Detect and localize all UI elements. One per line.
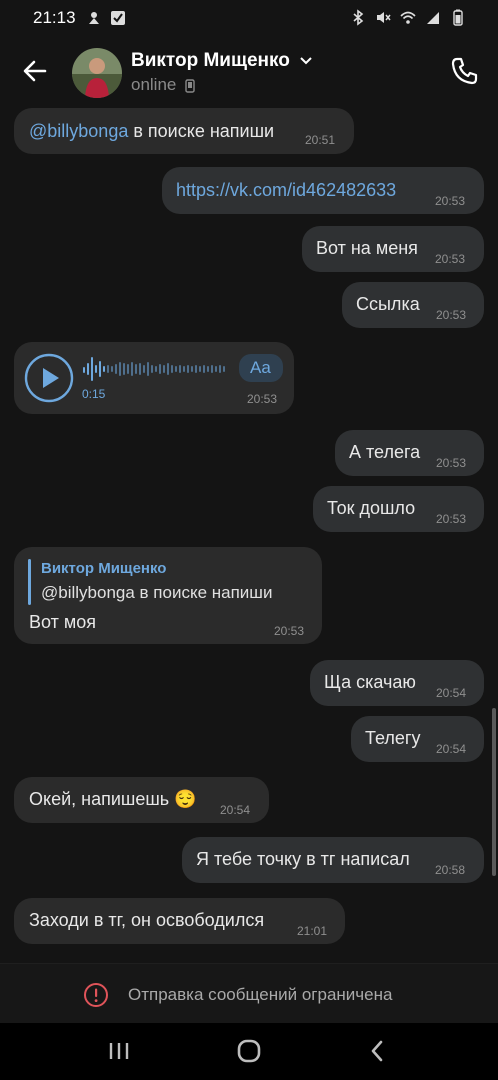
chat-header: Виктор Мищенко online <box>0 36 498 108</box>
message-time: 20:53 <box>274 624 305 638</box>
message-bubble-outgoing[interactable]: https://vk.com/id462482633 20:53 <box>162 167 484 214</box>
message-time: 20:54 <box>436 742 467 756</box>
status-bar: 21:13 <box>0 0 498 36</box>
message-bubble-outgoing[interactable]: Ссылка 20:53 <box>342 282 484 328</box>
message-time: 20:53 <box>436 456 467 470</box>
back-arrow-icon[interactable] <box>16 52 54 90</box>
contact-name[interactable]: Виктор Мищенко <box>131 50 313 72</box>
phone-call-icon[interactable] <box>446 52 484 90</box>
mute-icon <box>377 12 391 23</box>
reply-text: @billybonga в поиске напиши <box>41 583 273 602</box>
message-text: Вот на меня <box>316 238 418 258</box>
message-text: Ссылка <box>356 294 420 314</box>
message-bubble-outgoing[interactable]: Ток дошло 20:53 <box>313 486 484 532</box>
message-text: Окей, напишешь <box>29 789 170 809</box>
back-nav-icon[interactable] <box>358 1035 398 1067</box>
scrollbar[interactable] <box>492 708 496 876</box>
message-time: 20:51 <box>305 133 336 147</box>
message-bubble-incoming[interactable]: Окей, напишешь 😌 20:54 <box>14 777 269 823</box>
message-bubble-outgoing[interactable]: Вот на меня 20:53 <box>302 226 484 272</box>
mention-link[interactable]: @billybonga <box>29 121 128 141</box>
message-time: 21:01 <box>297 924 328 938</box>
transcribe-button[interactable]: Aa <box>239 354 283 382</box>
voice-waveform[interactable] <box>82 354 230 384</box>
status-time: 21:13 <box>33 8 76 27</box>
message-bubble-outgoing[interactable]: Я тебе точку в тг написал 20:58 <box>182 837 484 883</box>
signal-icon <box>427 12 439 24</box>
message-text: в поиске напиши <box>133 121 275 141</box>
message-bubble-outgoing[interactable]: Телегу 20:54 <box>351 716 484 762</box>
voice-message-bubble[interactable]: 0:15 Aa 20:53 <box>14 342 294 414</box>
warning-icon <box>84 983 108 1007</box>
message-text: Ща скачаю <box>324 672 416 692</box>
message-text: А телега <box>349 442 421 462</box>
message-text: Ток дошло <box>327 498 416 518</box>
wifi-icon <box>400 11 416 24</box>
message-bubble-incoming[interactable]: @billybonga в поиске напиши 20:51 <box>14 108 354 154</box>
message-list[interactable]: @billybonga в поиске напиши 20:51 https:… <box>0 108 498 963</box>
play-button-icon[interactable] <box>24 353 74 403</box>
recent-apps-icon[interactable] <box>99 1035 139 1067</box>
mobile-device-icon <box>185 78 195 93</box>
message-time: 20:53 <box>436 308 467 322</box>
message-bubble-outgoing[interactable]: Ща скачаю 20:54 <box>310 660 484 706</box>
message-bubble-outgoing[interactable]: А телега 20:53 <box>335 430 484 476</box>
chevron-down-icon[interactable] <box>299 56 313 66</box>
reply-quote[interactable]: Виктор Мищенко @billybonga в поиске напи… <box>28 559 308 605</box>
system-nav-bar <box>0 1023 498 1080</box>
battery-icon <box>453 9 463 26</box>
restricted-banner: Отправка сообщений ограничена <box>0 963 498 1024</box>
voice-duration: 0:15 <box>82 387 106 401</box>
message-time: 20:54 <box>220 803 251 817</box>
message-time: 20:53 <box>435 252 466 266</box>
contact-status: online <box>131 75 195 95</box>
reply-bar <box>28 559 31 605</box>
message-bubble-incoming[interactable]: Заходи в тг, он освободился 21:01 <box>14 898 345 944</box>
message-time: 20:53 <box>436 512 467 526</box>
bluetooth-icon <box>353 9 364 26</box>
message-time: 20:58 <box>435 863 466 877</box>
message-text: Телегу <box>365 728 421 748</box>
message-time: 20:54 <box>436 686 467 700</box>
relieved-face-emoji: 😌 <box>174 789 197 809</box>
message-text: Заходи в тг, он освободился <box>29 910 265 930</box>
message-time: 20:53 <box>435 194 466 208</box>
message-link[interactable]: https://vk.com/id462482633 <box>176 180 396 201</box>
reply-author: Виктор Мищенко <box>41 560 167 577</box>
avatar[interactable] <box>72 48 122 98</box>
message-text: Я тебе точку в тг написал <box>196 849 410 869</box>
checkbox-notification-icon <box>111 11 125 25</box>
message-time: 20:53 <box>247 392 278 406</box>
notification-app-icon <box>89 12 99 24</box>
message-bubble-incoming[interactable]: Виктор Мищенко @billybonga в поиске напи… <box>14 547 322 644</box>
message-text: Вот моя <box>29 612 96 632</box>
home-icon[interactable] <box>229 1035 269 1067</box>
restricted-text: Отправка сообщений ограничена <box>128 985 393 1004</box>
transcribe-label: Aa <box>250 358 271 377</box>
